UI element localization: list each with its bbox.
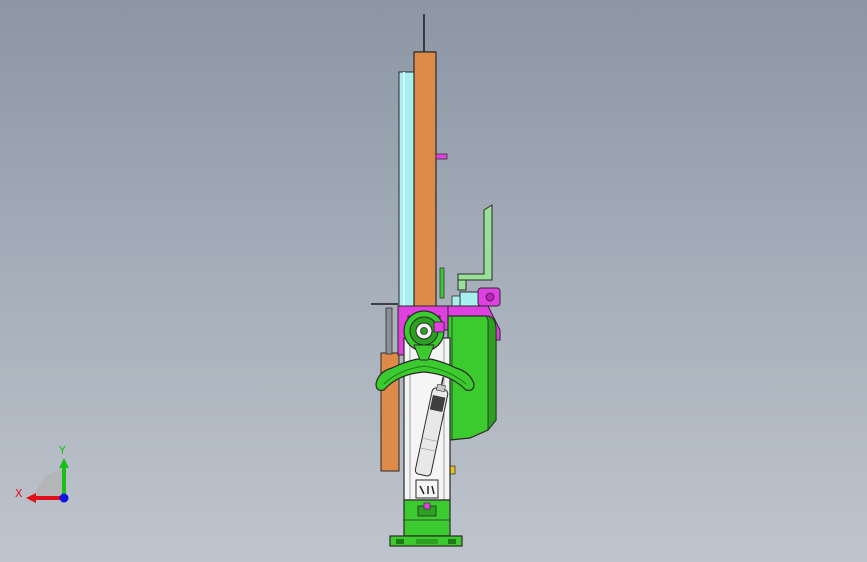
cyan-guide-rod: [398, 71, 415, 308]
gray-frame-bar: [385, 307, 393, 355]
triad-x-label: X: [15, 487, 23, 500]
light-green-lever: [457, 204, 493, 291]
housing-bottom-block: [415, 479, 439, 499]
triad-y-label: Y: [59, 444, 66, 457]
magenta-pin: [435, 153, 448, 160]
green-stem: [439, 267, 445, 299]
orange-vertical-post: [413, 51, 437, 323]
triad-z-axis: [59, 493, 69, 503]
triad-plane-wedge: [36, 470, 64, 498]
mechanism-model-drawing[interactable]: [0, 0, 867, 562]
magenta-bolt: [433, 321, 445, 333]
3d-model-viewport[interactable]: Y X: [0, 0, 867, 562]
coordinate-triad: [26, 458, 69, 503]
